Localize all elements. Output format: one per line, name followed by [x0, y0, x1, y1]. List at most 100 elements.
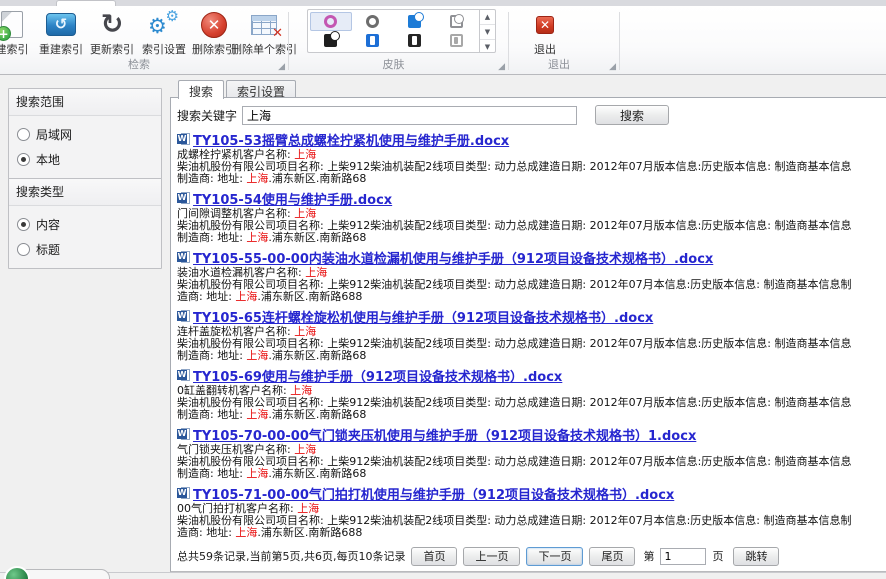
skin-pink-circle[interactable] — [310, 12, 352, 31]
skin-gallery-scrollbar: ▲ ▼ ▼ — [479, 9, 496, 53]
create-index-button[interactable]: + 建索引 — [0, 8, 38, 60]
keyword-highlight: 上海 — [235, 290, 257, 303]
search-scope-option[interactable]: 本地 — [17, 147, 157, 172]
delete-single-index-icon: ✕ — [251, 15, 277, 35]
search-type-radio[interactable] — [17, 243, 30, 256]
keyword-highlight: 上海 — [246, 467, 268, 480]
exit-dialog-launcher-icon[interactable]: ◢ — [609, 62, 616, 72]
update-index-label: 更新索引 — [86, 41, 138, 57]
update-index-icon: ↻ — [101, 11, 124, 38]
search-scope-label: 局域网 — [36, 126, 72, 143]
skin-white-clock[interactable] — [435, 12, 477, 31]
retrieval-dialog-launcher-icon[interactable]: ◢ — [278, 62, 285, 72]
tab-search[interactable]: 搜索 — [178, 80, 224, 99]
result-file-link[interactable]: TY105-71-00-00气门拍打机使用与维护手册（912项目设备技术规格书）… — [193, 484, 674, 503]
skin-white-clock-icon — [450, 15, 463, 28]
result-item: WTY105-55-00-00内装油水道检漏机使用与维护手册（912项目设备技术… — [177, 249, 882, 303]
pagination-summary: 总共59条记录,当前第5页,共6页,每页10条记录 — [177, 548, 405, 564]
skin-blue-office[interactable] — [352, 31, 394, 50]
result-detail-line3: 制造商: 地址: 上海.浦东新区.南新路68 — [177, 409, 882, 421]
next-page-button[interactable]: 下一页 — [526, 547, 583, 566]
rebuild-index-label: 重建索引 — [35, 41, 87, 57]
skin-black-clock[interactable] — [310, 31, 352, 50]
skin-gray-circle-icon — [366, 15, 379, 28]
index-settings-icon: ⚙⚙ — [148, 10, 180, 40]
index-settings-label: 索引设置 — [138, 41, 190, 57]
page-number-input[interactable] — [660, 548, 706, 565]
search-type-option[interactable]: 内容 — [17, 212, 157, 237]
tab-index-settings[interactable]: 索引设置 — [226, 80, 296, 98]
group-label-skin: 皮肤 — [289, 56, 498, 72]
result-file-link[interactable]: TY105-55-00-00内装油水道检漏机使用与维护手册（912项目设备技术规… — [193, 248, 713, 267]
prev-page-button[interactable]: 上一页 — [463, 547, 520, 566]
skin-dialog-launcher-icon[interactable]: ◢ — [498, 62, 505, 72]
search-type-label: 内容 — [36, 216, 60, 233]
word-document-icon: W — [177, 310, 190, 323]
word-document-icon: W — [177, 133, 190, 146]
result-item: WTY105-53摇臂总成螺栓拧紧机使用与维护手册.docx成螺栓拧紧机客户名称… — [177, 131, 882, 185]
result-file-link[interactable]: TY105-54使用与维护手册.docx — [193, 189, 392, 208]
skin-gray-circle[interactable] — [352, 12, 394, 31]
exit-label: 退出 — [523, 41, 567, 57]
result-detail-line3: 造商: 地址: 上海.浦东新区.南新路688 — [177, 291, 882, 303]
search-button[interactable]: 搜索 — [595, 105, 669, 125]
result-detail-line3: 制造商: 地址: 上海.浦东新区.南新路68 — [177, 350, 882, 362]
skin-scroll-up-icon[interactable]: ▲ — [480, 10, 495, 25]
skin-black-clock-icon — [324, 34, 337, 47]
page-number-prefix-label: 第 — [643, 548, 654, 564]
skin-blue-clock[interactable] — [394, 12, 436, 31]
ribbon-group-retrieval: + 建索引 ↺ 重建索引 ↻ 更新索引 ⚙⚙ 索引设置 ✕ 删除索引 ✕ 删除单… — [0, 6, 288, 74]
index-settings-button[interactable]: ⚙⚙ 索引设置 — [138, 8, 190, 60]
skin-scroll-down-icon[interactable]: ▼ — [480, 25, 495, 40]
skin-blue-clock-icon — [408, 15, 421, 28]
last-page-button[interactable]: 尾页 — [589, 547, 635, 566]
ribbon: + 建索引 ↺ 重建索引 ↻ 更新索引 ⚙⚙ 索引设置 ✕ 删除索引 ✕ 删除单… — [0, 6, 886, 75]
search-type-label: 标题 — [36, 241, 60, 258]
group-label-retrieval: 检索 — [0, 56, 278, 72]
pagination-bar: 总共59条记录,当前第5页,共6页,每页10条记录 首页 上一页 下一页 尾页 … — [177, 545, 785, 567]
update-index-button[interactable]: ↻ 更新索引 — [86, 8, 138, 60]
skin-scroll-more-icon[interactable]: ▼ — [480, 40, 495, 54]
search-type-radio[interactable] — [17, 218, 30, 231]
status-strip — [0, 572, 886, 579]
rebuild-index-button[interactable]: ↺ 重建索引 — [35, 8, 87, 60]
exit-button[interactable]: ✕ 退出 — [523, 8, 567, 60]
search-type-option[interactable]: 标题 — [17, 237, 157, 262]
skin-black-office[interactable] — [394, 31, 436, 50]
skin-gray-office[interactable] — [435, 31, 477, 50]
jump-page-button[interactable]: 跳转 — [733, 547, 779, 566]
result-file-link[interactable]: TY105-65连杆螺栓旋松机使用与维护手册（912项目设备技术规格书）.doc… — [193, 307, 653, 326]
result-item: WTY105-71-00-00气门拍打机使用与维护手册（912项目设备技术规格书… — [177, 485, 882, 539]
word-document-icon: W — [177, 192, 190, 205]
page-number-suffix-label: 页 — [712, 548, 723, 564]
group-separator — [619, 12, 620, 70]
search-scope-label: 本地 — [36, 151, 60, 168]
search-scope-radio[interactable] — [17, 128, 30, 141]
result-item: WTY105-70-00-00气门锁夹压机使用与维护手册（912项目设备技术规格… — [177, 426, 882, 480]
skin-blue-office-icon — [366, 34, 379, 47]
group-label-exit: 退出 — [509, 56, 609, 72]
result-file-link[interactable]: TY105-70-00-00气门锁夹压机使用与维护手册（912项目设备技术规格书… — [193, 425, 696, 444]
keyword-highlight: 上海 — [246, 231, 268, 244]
search-keyword-input[interactable] — [242, 106, 577, 125]
skin-gray-office-icon — [450, 34, 463, 47]
search-scope-option[interactable]: 局域网 — [17, 122, 157, 147]
search-scope-title: 搜索范围 — [9, 89, 161, 116]
keyword-highlight: 上海 — [235, 526, 257, 539]
word-document-icon: W — [177, 428, 190, 441]
skin-gallery — [307, 9, 479, 53]
result-file-link[interactable]: TY105-72使用与维护手册（912项目设备技术规格书）.docx — [193, 543, 562, 544]
ribbon-group-skin: ▲ ▼ ▼ 皮肤 ◢ — [289, 6, 508, 74]
result-detail-line3: 制造商: 地址: 上海.浦东新区.南新路68 — [177, 173, 882, 185]
result-detail-line3: 造商: 地址: 上海.浦东新区.南新路688 — [177, 527, 882, 539]
result-item: WTY105-65连杆螺栓旋松机使用与维护手册（912项目设备技术规格书）.do… — [177, 308, 882, 362]
result-detail-line3: 制造商: 地址: 上海.浦东新区.南新路68 — [177, 232, 882, 244]
search-scope-radio[interactable] — [17, 153, 30, 166]
first-page-button[interactable]: 首页 — [411, 547, 457, 566]
green-status-icon — [4, 566, 30, 579]
result-item: WTY105-69使用与维护手册（912项目设备技术规格书）.docx0缸盖翻转… — [177, 367, 882, 421]
result-file-link[interactable]: TY105-69使用与维护手册（912项目设备技术规格书）.docx — [193, 366, 562, 385]
result-item: WTY105-54使用与维护手册.docx门间隙调整机客户名称: 上海柴油机股份… — [177, 190, 882, 244]
result-file-link[interactable]: TY105-53摇臂总成螺栓拧紧机使用与维护手册.docx — [193, 131, 509, 149]
keyword-highlight: 上海 — [246, 349, 268, 362]
